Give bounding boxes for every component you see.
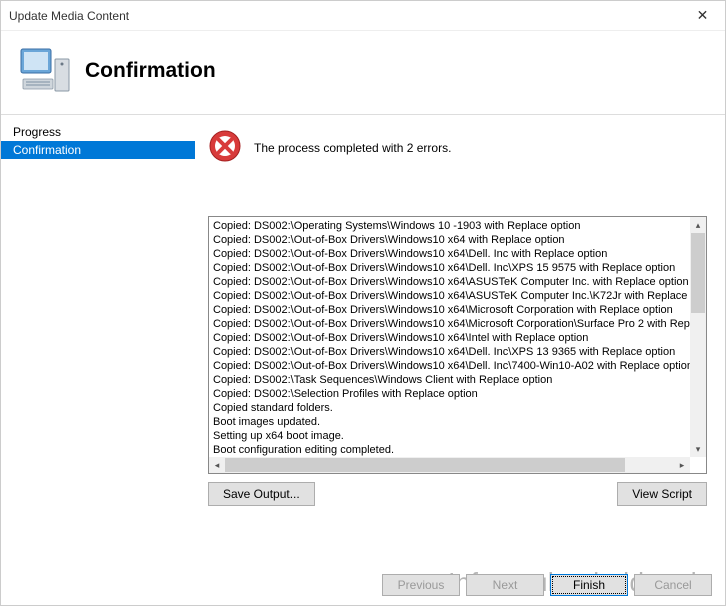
hscroll-track[interactable] bbox=[225, 457, 674, 473]
log-line: Copied: DS002:\Out-of-Box Drivers\Window… bbox=[213, 289, 702, 303]
log-line: Copied: DS002:\Out-of-Box Drivers\Window… bbox=[213, 261, 702, 275]
log-line: Copied: DS002:\Out-of-Box Drivers\Window… bbox=[213, 247, 702, 261]
log-line: Setting up x64 boot image. bbox=[213, 429, 702, 443]
wizard-footer: Previous Next Finish Cancel bbox=[382, 574, 712, 596]
scroll-left-icon[interactable]: ◂ bbox=[209, 457, 225, 473]
horizontal-scrollbar[interactable]: ◂ ▸ bbox=[209, 457, 690, 473]
save-output-button[interactable]: Save Output... bbox=[208, 482, 315, 506]
content-area: The process completed with 2 errors. Cop… bbox=[196, 115, 725, 506]
computer-icon bbox=[19, 45, 71, 96]
next-button: Next bbox=[466, 574, 544, 596]
log-line: Copied: DS002:\Task Sequences\Windows Cl… bbox=[213, 373, 702, 387]
page-title: Confirmation bbox=[85, 59, 216, 83]
vertical-scrollbar[interactable]: ▴ ▾ bbox=[690, 217, 706, 457]
window-title: Update Media Content bbox=[9, 9, 129, 23]
error-icon bbox=[208, 129, 242, 166]
scroll-right-icon[interactable]: ▸ bbox=[674, 457, 690, 473]
status-row: The process completed with 2 errors. bbox=[208, 129, 707, 166]
scroll-down-icon[interactable]: ▾ bbox=[690, 441, 706, 457]
sidebar-item-progress[interactable]: Progress bbox=[1, 123, 195, 141]
log-line: Copied: DS002:\Selection Profiles with R… bbox=[213, 387, 702, 401]
log-line: Copied: DS002:\Out-of-Box Drivers\Window… bbox=[213, 359, 702, 373]
vscroll-track[interactable] bbox=[690, 233, 706, 441]
close-button[interactable]: ✕ bbox=[680, 1, 725, 31]
log-line: Copied: DS002:\Out-of-Box Drivers\Window… bbox=[213, 233, 702, 247]
log-line: Boot configuration editing completed. bbox=[213, 443, 702, 457]
status-message: The process completed with 2 errors. bbox=[254, 141, 451, 155]
log-line: Copied: DS002:\Out-of-Box Drivers\Window… bbox=[213, 331, 702, 345]
log-line: Copied: DS002:\Out-of-Box Drivers\Window… bbox=[213, 317, 702, 331]
output-log[interactable]: Copied: DS002:\Operating Systems\Windows… bbox=[208, 216, 707, 474]
log-line: Copied standard folders. bbox=[213, 401, 702, 415]
close-icon: ✕ bbox=[697, 7, 709, 24]
log-line: Copied: DS002:\Out-of-Box Drivers\Window… bbox=[213, 275, 702, 289]
titlebar: Update Media Content ✕ bbox=[1, 1, 725, 31]
log-line: Copied: DS002:\Out-of-Box Drivers\Window… bbox=[213, 303, 702, 317]
scroll-up-icon[interactable]: ▴ bbox=[690, 217, 706, 233]
hscroll-thumb[interactable] bbox=[225, 458, 625, 472]
previous-button: Previous bbox=[382, 574, 460, 596]
wizard-header: Confirmation bbox=[1, 31, 725, 114]
log-line: Copied: DS002:\Operating Systems\Windows… bbox=[213, 219, 702, 233]
finish-button[interactable]: Finish bbox=[550, 574, 628, 596]
log-line: Copied: DS002:\Out-of-Box Drivers\Window… bbox=[213, 345, 702, 359]
cancel-button: Cancel bbox=[634, 574, 712, 596]
sidebar-item-confirmation[interactable]: Confirmation bbox=[1, 141, 195, 159]
log-line: Boot images updated. bbox=[213, 415, 702, 429]
wizard-nav: Progress Confirmation bbox=[1, 115, 196, 506]
view-script-button[interactable]: View Script bbox=[617, 482, 707, 506]
vscroll-thumb[interactable] bbox=[691, 233, 705, 313]
